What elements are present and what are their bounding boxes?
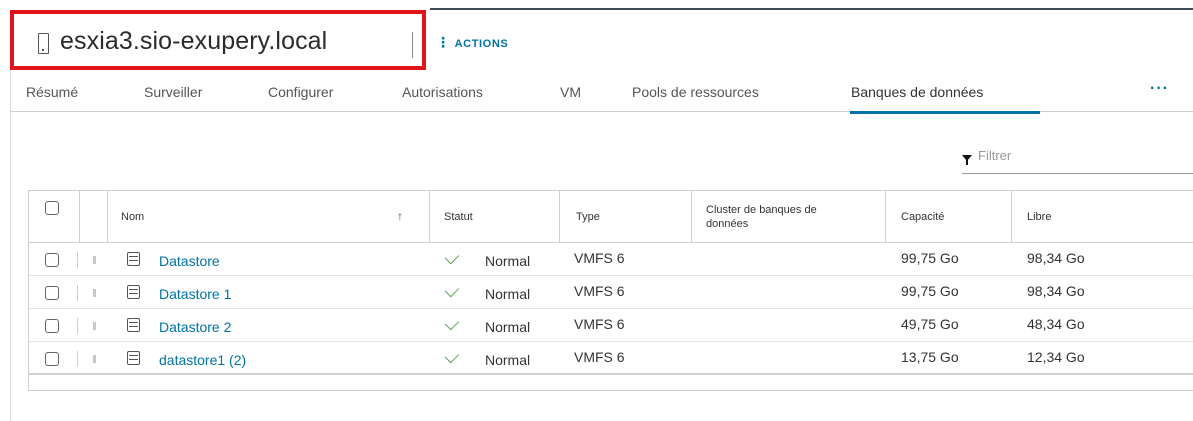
sort-ascending-icon[interactable]: ↑ [397, 209, 403, 223]
column-header-libre[interactable]: Libre [1027, 211, 1051, 224]
column-separator [79, 191, 80, 243]
tab-resume[interactable]: Résumé [26, 84, 78, 100]
status-text: Normal [485, 286, 531, 302]
tab-banques-de-donnees[interactable]: Banques de données [851, 84, 983, 100]
column-separator [885, 191, 886, 243]
status-text: Normal [485, 352, 531, 368]
row-separator [77, 318, 78, 334]
filter-placeholder: Filtrer [978, 148, 1012, 163]
datastore-icon [127, 318, 140, 332]
column-header-statut[interactable]: Statut [444, 211, 473, 224]
select-all-checkbox[interactable] [45, 201, 59, 215]
row-drag-handle[interactable] [93, 289, 96, 297]
actions-button[interactable]: ⋮ ACTIONS [436, 34, 508, 51]
datastore-icon [127, 285, 140, 299]
column-separator [691, 191, 692, 243]
table-row[interactable]: Datastore 1 Normal VMFS 6 99,75 Go 98,34… [29, 277, 1193, 309]
free-text: 48,34 Go [1027, 316, 1085, 332]
type-text: VMFS 6 [574, 316, 625, 332]
actions-label: ACTIONS [454, 38, 509, 50]
datastore-grid: Nom ↑ Statut Type Cluster de banques de … [28, 190, 1193, 391]
column-separator [1011, 191, 1012, 243]
datastore-name-link[interactable]: Datastore 1 [159, 286, 231, 302]
object-header: esxia3.sio-exupery.local ⋮ ACTIONS [10, 10, 1193, 70]
row-checkbox[interactable] [45, 352, 59, 366]
type-text: VMFS 6 [574, 283, 625, 299]
active-tab-indicator [850, 111, 1040, 114]
vertical-ellipsis-icon: ⋮ [436, 34, 451, 50]
datastore-name-link[interactable]: Datastore [159, 253, 220, 269]
column-header-capacite[interactable]: Capacité [901, 211, 944, 224]
table-row[interactable]: Datastore 2 Normal VMFS 6 49,75 Go 48,34… [29, 310, 1193, 342]
row-separator [77, 252, 78, 268]
column-separator [559, 191, 560, 243]
column-header-cluster-line2[interactable]: données [706, 218, 748, 231]
row-drag-handle[interactable] [93, 355, 96, 363]
filter-input[interactable]: Filtrer [962, 148, 1193, 174]
tab-bar: Résumé Surveiller Configurer Autorisatio… [10, 76, 1193, 114]
status-text: Normal [485, 253, 531, 269]
column-header-nom[interactable]: Nom [121, 211, 144, 224]
row-separator [77, 285, 78, 301]
status-ok-icon [444, 315, 460, 331]
tab-autorisations[interactable]: Autorisations [402, 84, 483, 100]
tab-pools-de-ressources[interactable]: Pools de ressources [632, 84, 759, 100]
more-tabs-button[interactable]: ··· [1150, 80, 1169, 98]
status-ok-icon [444, 348, 460, 364]
datastore-name-link[interactable]: Datastore 2 [159, 319, 231, 335]
row-checkbox[interactable] [45, 253, 59, 267]
column-separator [429, 191, 430, 243]
row-drag-handle[interactable] [93, 256, 96, 264]
type-text: VMFS 6 [574, 250, 625, 266]
capacity-text: 99,75 Go [901, 283, 959, 299]
free-text: 98,34 Go [1027, 250, 1085, 266]
table-row[interactable]: datastore1 (2) Normal VMFS 6 13,75 Go 12… [29, 343, 1193, 375]
title-separator [412, 32, 413, 58]
tab-surveiller[interactable]: Surveiller [144, 84, 202, 100]
row-checkbox[interactable] [45, 286, 59, 300]
table-row[interactable]: Datastore Normal VMFS 6 99,75 Go 98,34 G… [29, 244, 1193, 276]
free-text: 98,34 Go [1027, 283, 1085, 299]
status-ok-icon [444, 282, 460, 298]
content-left-border [10, 70, 11, 421]
capacity-text: 49,75 Go [901, 316, 959, 332]
type-text: VMFS 6 [574, 349, 625, 365]
row-checkbox[interactable] [45, 319, 59, 333]
capacity-text: 13,75 Go [901, 349, 959, 365]
column-separator [107, 191, 108, 243]
row-drag-handle[interactable] [93, 322, 96, 330]
capacity-text: 99,75 Go [901, 250, 959, 266]
column-header-type[interactable]: Type [576, 211, 600, 224]
datastore-name-link[interactable]: datastore1 (2) [159, 352, 246, 368]
title-highlight-box: esxia3.sio-exupery.local [10, 10, 426, 70]
row-separator [77, 351, 78, 367]
grid-header: Nom ↑ Statut Type Cluster de banques de … [29, 191, 1193, 243]
free-text: 12,34 Go [1027, 349, 1085, 365]
filter-icon [962, 155, 972, 165]
status-ok-icon [444, 249, 460, 265]
datastore-icon [127, 252, 140, 266]
tab-vm[interactable]: VM [560, 84, 581, 100]
tab-configurer[interactable]: Configurer [268, 84, 333, 100]
datastore-icon [127, 351, 140, 365]
page-title: esxia3.sio-exupery.local [60, 27, 328, 55]
host-icon [38, 33, 49, 54]
column-header-cluster-line1[interactable]: Cluster de banques de [706, 204, 817, 217]
status-text: Normal [485, 319, 531, 335]
